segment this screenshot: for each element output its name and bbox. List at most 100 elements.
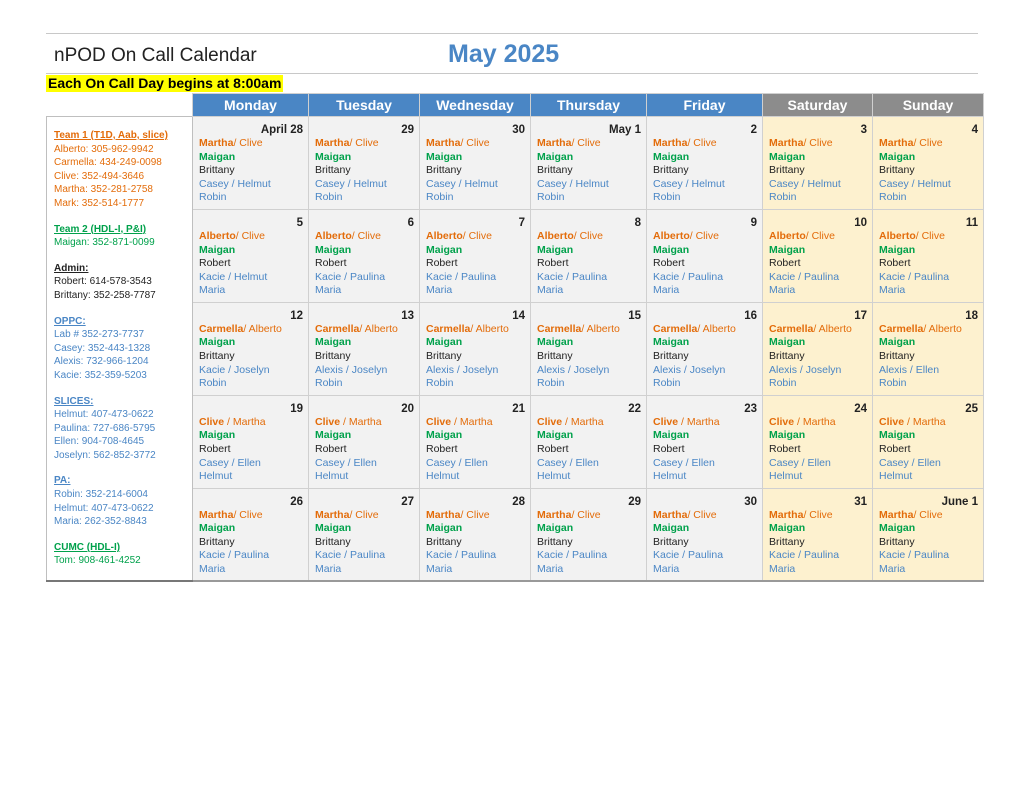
day-cell[interactable]: 17 Carmella/ Alberto Maigan Brittany Alexis … [762, 301, 873, 396]
pa-oncall: Maria [537, 563, 564, 575]
day-number: 21 [512, 402, 525, 415]
day-cell[interactable]: 29 Martha/ Clive Maigan Brittany Kacie / Pau… [530, 487, 647, 583]
pa-oncall: Helmut [769, 470, 803, 483]
day-cell[interactable]: 9 Alberto/ Clive Maigan Robert Kacie / Pauli… [646, 208, 763, 303]
admin-oncall: Robert [769, 257, 801, 270]
day-cell[interactable]: 21 Clive / Martha Maigan Robert Casey / Elle… [419, 394, 531, 489]
pa-oncall: Maria [537, 284, 564, 297]
day-cell[interactable]: 14 Carmella/ Alberto Maigan Brittany Alexis … [419, 301, 531, 396]
team1-oncall: Carmella/ Alberto [769, 323, 867, 337]
oppc-oncall: Casey / Ellen [315, 456, 377, 469]
oppc-oncall: Casey / Ellen [769, 456, 831, 469]
team2-oncall: Maigan [426, 150, 463, 163]
admin-oncall: Brittany [315, 535, 351, 548]
page-title: nPOD On Call Calendar [54, 45, 257, 66]
team1-primary: Martha [426, 508, 461, 521]
pa-oncall: Maria [769, 284, 796, 297]
day-cell[interactable]: 25 Clive / Martha Maigan Robert Casey / Elle… [872, 394, 984, 489]
day-cell[interactable]: 30 Martha/ Clive Maigan Brittany Casey / Hel… [419, 116, 531, 210]
day-cell[interactable]: 3 Martha/ Clive Maigan Brittany Casey / Helm… [762, 116, 873, 210]
contact-group: Team 1 (T1D, Aab, slice) Alberto: 305-962… [54, 129, 186, 211]
team1-primary: Martha [315, 137, 350, 149]
pa-oncall: Helmut [315, 470, 349, 483]
day-cell[interactable]: 20 Clive / Martha Maigan Robert Casey / Elle… [308, 394, 420, 489]
team1-primary: Clive [653, 415, 679, 428]
day-cell[interactable]: 22 Clive / Martha Maigan Robert Casey / Elle… [530, 394, 647, 489]
pa-oncall: Robin [537, 377, 565, 390]
day-cell[interactable]: 8 Alberto/ Clive Maigan Robert Kacie / Pauli… [530, 208, 647, 303]
day-cell[interactable]: 30 Martha/ Clive Maigan Brittany Kacie / Pau… [646, 487, 763, 583]
day-cell[interactable]: 16 Carmella/ Alberto Maigan Brittany Alexis … [646, 301, 763, 396]
team1-oncall: Clive / Martha [199, 416, 303, 430]
oppc-oncall: Casey / Helmut [879, 177, 951, 190]
pa-oncall: Maria [879, 284, 906, 297]
day-cell[interactable]: 26 Martha/ Clive Maigan Brittany Kacie / Pau… [192, 487, 309, 583]
admin-oncall: Robert [199, 442, 231, 455]
contact-group: PA: Robin: 352-214-6004 Helmut: 407-473-06… [54, 474, 186, 528]
team2-oncall: Maigan [315, 243, 352, 256]
pa-oncall: Maria [769, 563, 796, 575]
team2-oncall: Maigan [537, 429, 574, 442]
contact-group-heading: PA: [54, 475, 71, 487]
oppc-oncall: Kacie / Paulina [315, 270, 386, 283]
pa-oncall: Maria [426, 563, 453, 575]
oppc-oncall: Kacie / Paulina [879, 270, 950, 283]
contact-line: Mark: 352-514-1777 [54, 197, 145, 209]
day-cell[interactable]: June 1 Martha/ Clive Maigan Brittany Kacie /… [872, 487, 984, 583]
admin-oncall: Brittany [199, 535, 235, 548]
day-cell[interactable]: 29 Martha/ Clive Maigan Brittany Casey / Hel… [308, 116, 420, 210]
oppc-oncall: Casey / Ellen [426, 456, 488, 469]
day-cell[interactable]: 23 Clive / Martha Maigan Robert Casey / Elle… [646, 394, 763, 489]
team2-oncall: Maigan [653, 243, 690, 256]
team2-oncall: Maigan [879, 243, 916, 256]
team2-oncall: Maigan [653, 150, 690, 163]
admin-oncall: Brittany [653, 350, 689, 362]
admin-oncall: Brittany [537, 350, 573, 362]
day-cell[interactable]: April 28 Martha/ Clive Maigan Brittany Casey… [192, 116, 309, 210]
team1-primary: Clive [537, 415, 563, 428]
pa-oncall: Maria [199, 284, 226, 297]
day-cell[interactable]: 31 Martha/ Clive Maigan Brittany Kacie / Pau… [762, 487, 873, 583]
day-cell[interactable]: 24 Clive / Martha Maigan Robert Casey / Elle… [762, 394, 873, 489]
day-number: 16 [744, 309, 757, 322]
team1-oncall: Alberto/ Clive [879, 230, 978, 244]
pa-oncall: Robin [653, 191, 681, 204]
day-cell[interactable]: 19 Clive / Martha Maigan Robert Casey / Elle… [192, 394, 309, 489]
admin-oncall: Robert [769, 442, 801, 455]
oppc-oncall: Kacie / Paulina [426, 270, 497, 283]
day-cell[interactable]: 27 Martha/ Clive Maigan Brittany Kacie / Pau… [308, 487, 420, 583]
day-cell[interactable]: 13 Carmella/ Alberto Maigan Brittany Alexis … [308, 301, 420, 396]
day-cell[interactable]: 18 Carmella/ Alberto Maigan Brittany Alexis … [872, 301, 984, 396]
day-cell[interactable]: 6 Alberto/ Clive Maigan Robert Kacie / Pauli… [308, 208, 420, 303]
team1-oncall: Martha/ Clive [426, 509, 525, 523]
day-cell[interactable]: 15 Carmella/ Alberto Maigan Brittany Alexis … [530, 301, 647, 396]
day-number: 5 [296, 216, 303, 229]
day-number: 3 [860, 124, 867, 136]
day-cell[interactable]: 5 Alberto/ Clive Maigan Robert Kacie / Helmu… [192, 208, 309, 303]
team1-primary: Clive [315, 415, 341, 428]
calendar-grid: Monday Tuesday Wednesday Thursday Friday Satu… [46, 93, 984, 583]
contact-group-heading: Team 2 (HDL-I, P&I) [54, 223, 147, 235]
day-number: 22 [628, 402, 641, 415]
day-cell[interactable]: 10 Alberto/ Clive Maigan Robert Kacie / Paul… [762, 208, 873, 303]
day-cell[interactable]: 11 Alberto/ Clive Maigan Robert Kacie / Paul… [872, 208, 984, 303]
day-number: 29 [628, 495, 641, 508]
day-cell[interactable]: 12 Carmella/ Alberto Maigan Brittany Kacie /… [192, 301, 309, 396]
team1-primary: Alberto [537, 229, 574, 242]
admin-oncall: Robert [653, 257, 685, 270]
day-cell[interactable]: 28 Martha/ Clive Maigan Brittany Kacie / Pau… [419, 487, 531, 583]
oppc-oncall: Casey / Ellen [199, 456, 261, 469]
day-number: 27 [401, 495, 414, 508]
day-header-sunday: Sunday [872, 93, 984, 117]
team1-oncall: Clive / Martha [537, 416, 641, 430]
contact-line: Carmella: 434-249-0098 [54, 157, 162, 169]
pa-oncall: Robin [199, 377, 227, 390]
contact-line: Robert: 614-578-3543 [54, 276, 152, 288]
team1-primary: Alberto [426, 229, 463, 242]
contact-line: Clive: 352-494-3646 [54, 170, 145, 182]
team1-secondary: / Martha [794, 415, 836, 428]
day-cell[interactable]: 4 Martha/ Clive Maigan Brittany Casey / Helm… [872, 116, 984, 210]
day-cell[interactable]: 2 Martha/ Clive Maigan Brittany Casey / Helm… [646, 116, 763, 210]
day-cell[interactable]: May 1 Martha/ Clive Maigan Brittany Casey / … [530, 116, 647, 210]
day-cell[interactable]: 7 Alberto/ Clive Maigan Robert Kacie / Paul… [419, 208, 531, 303]
